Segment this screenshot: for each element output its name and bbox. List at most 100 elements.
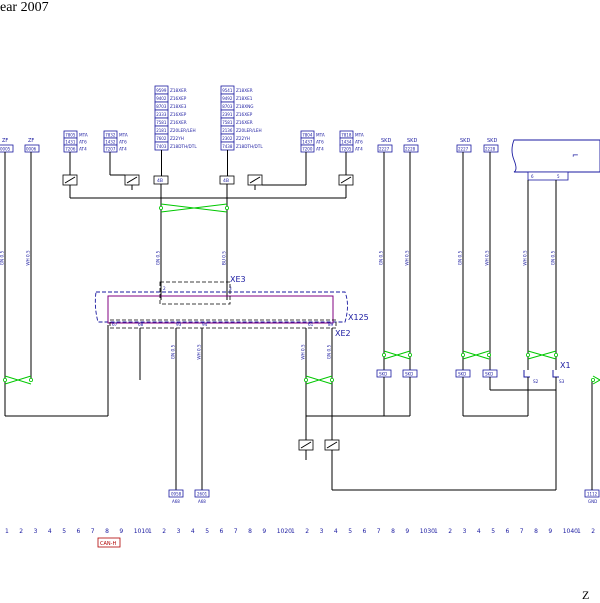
wire-color-label: BU 0.5: [222, 251, 227, 265]
table-option: AT4: [79, 147, 87, 152]
ruler-number: 3: [463, 528, 467, 535]
ruler-number: 4: [334, 528, 338, 535]
ruler-number: 4: [477, 528, 481, 535]
table-option: MTA: [79, 133, 88, 138]
wire-color-label: GN 0.5: [327, 344, 332, 359]
wiring-diagram: ZF0005ZF0006SKD2227SKD2228SKD2227SKD2228…: [0, 85, 600, 548]
top-label: ZF: [28, 138, 34, 144]
skd-code: SKD: [485, 372, 493, 377]
ruler-number: 8: [534, 528, 538, 535]
option-engine: Z22YH: [236, 136, 250, 141]
ruler-number: 8: [391, 528, 395, 535]
x1-pin-bracket: [552, 370, 559, 378]
connector-label: XE2: [335, 329, 351, 338]
module-cloud: [511, 139, 600, 173]
option-engine: Z18XER: [170, 88, 187, 93]
ruler-number: 1: [291, 528, 295, 535]
can-label: CAN-H: [100, 541, 116, 547]
splice-node: [460, 352, 465, 357]
ruler-number: 2: [591, 528, 595, 535]
option-code: 2136: [222, 128, 233, 133]
option-engine: Z20LER/LEH: [236, 128, 262, 133]
ruler-number: 1: [148, 528, 152, 535]
table-option: AT6: [316, 140, 324, 145]
ruler-number: 1020: [277, 528, 292, 535]
top-label: SKD: [407, 138, 417, 144]
wire-color-label: WH 0.5: [405, 250, 410, 266]
wire-color-label: GN 0.5: [156, 250, 161, 265]
option-engine: Z18DTH/DTL: [170, 144, 197, 149]
splice-node: [407, 352, 412, 357]
ruler-number: 3: [320, 528, 324, 535]
splice-node: [28, 377, 33, 382]
output-sub: A68: [172, 499, 180, 504]
top-code: 2227: [379, 147, 390, 152]
option-engine: Z18XER: [236, 88, 253, 93]
ruler-number: 1010: [134, 528, 149, 535]
top-label: SKD: [460, 138, 470, 144]
ruler-number: 7: [91, 528, 95, 535]
output-sub: GND: [588, 499, 597, 504]
table-code: 7207: [105, 147, 116, 152]
splice-node: [486, 352, 491, 357]
harness-outline: [107, 295, 334, 324]
option-code: 7403: [156, 144, 167, 149]
wire-color-label: WH 0.5: [26, 250, 31, 266]
connector-pin: 94: [202, 322, 208, 327]
ruler-number: 3: [34, 528, 38, 535]
option-code: 9599: [156, 88, 167, 93]
splice-node: [554, 352, 559, 357]
option-engine: Z20LER/LEH: [170, 128, 196, 133]
option-code: 7581: [156, 120, 167, 125]
option-code: 7438: [222, 144, 233, 149]
wire-color-label: GN 0.5: [458, 250, 463, 265]
table-option: AT6: [79, 140, 87, 145]
wire-color-label: GN 0.5: [551, 250, 556, 265]
ruler-number: 8: [105, 528, 109, 535]
splice-node: [158, 205, 163, 210]
skd-code: SKD: [458, 372, 466, 377]
table-code: 1432: [105, 140, 116, 145]
option-engine: Z18DTH/DTL: [236, 144, 263, 149]
connector-pin: 2: [163, 286, 166, 291]
splice-node: [381, 352, 386, 357]
ruler-number: 6: [506, 528, 510, 535]
table-option: MTA: [316, 133, 325, 138]
splice-node: [591, 377, 596, 382]
module-symbol: ⌐: [572, 151, 579, 160]
wire-color-label: WH 0.5: [485, 250, 490, 266]
option-code: 8703: [156, 104, 167, 109]
connector-pin: 61: [308, 322, 314, 327]
wire-color-label: GN 0.5: [0, 250, 5, 265]
x1-pin: S3: [559, 379, 565, 384]
splice-node: [3, 377, 8, 382]
splice-node: [329, 377, 334, 382]
table-option: AT4: [119, 147, 127, 152]
ruler-number: 2: [448, 528, 452, 535]
ruler-number: 6: [77, 528, 81, 535]
option-code: 7581: [222, 120, 233, 125]
ruler-number: 2: [305, 528, 309, 535]
table-option: MTA: [355, 133, 364, 138]
option-code: 7602: [156, 136, 167, 141]
table-code: 7205: [341, 147, 352, 152]
ruler-number: 9: [262, 528, 266, 535]
ruler-number: 8: [248, 528, 252, 535]
option-engine: Z22YH: [170, 136, 184, 141]
option-engine: Z18XE3: [170, 104, 187, 109]
ruler-number: 1: [434, 528, 438, 535]
output-code: 0958: [171, 492, 182, 497]
table-option: MTA: [119, 133, 128, 138]
table-option: AT4: [355, 147, 363, 152]
xe3-connector: [159, 281, 231, 305]
option-code: 9402: [156, 96, 167, 101]
option-engine: Z16XEP: [236, 112, 253, 117]
ruler-number: 1: [577, 528, 581, 535]
wire-color-label: WH 0.5: [301, 344, 306, 360]
connector-pin: 93: [176, 322, 182, 327]
option-code: 8703: [222, 104, 233, 109]
table-code: 7804: [302, 133, 313, 138]
option-engine: Z18XNG: [236, 104, 253, 109]
ruler-number: 5: [491, 528, 495, 535]
ruler-number: 9: [119, 528, 123, 535]
